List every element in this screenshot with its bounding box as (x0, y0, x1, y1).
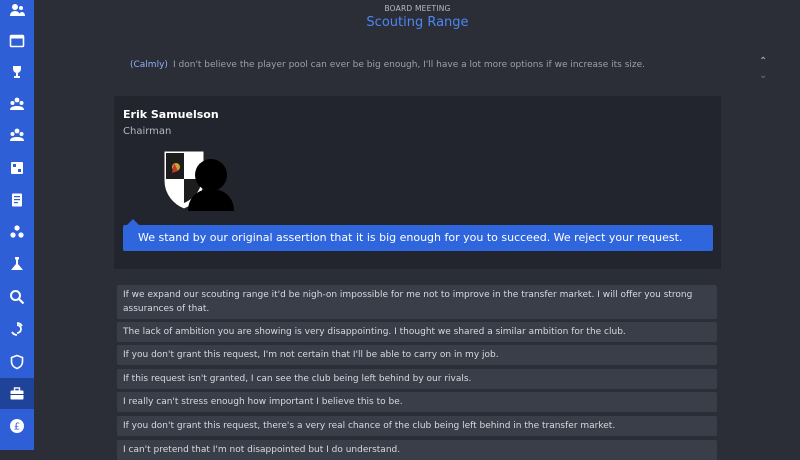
nav-network[interactable] (0, 216, 34, 247)
response-option-text: The lack of ambition you are showing is … (123, 327, 626, 337)
chairman-response-text: We stand by our original assertion that … (138, 231, 683, 244)
response-option-3[interactable]: If you don't grant this request, I'm not… (117, 345, 717, 365)
nav-board[interactable] (0, 378, 34, 409)
nav-transfers[interactable] (0, 313, 34, 344)
response-option-text: If this request isn't granted, I can see… (123, 374, 472, 384)
shield-icon (10, 354, 24, 369)
nav-search[interactable] (0, 281, 34, 312)
chairman-name: Erik Samuelson (123, 108, 219, 121)
pound-icon: £ (10, 418, 24, 433)
page-subtitle: BOARD MEETING (384, 4, 451, 13)
nav-team[interactable] (0, 119, 34, 150)
response-option-4[interactable]: If this request isn't granted, I can see… (117, 369, 717, 389)
response-option-5[interactable]: I really can't stress enough how importa… (117, 392, 717, 412)
response-option-text: If you don't grant this request, there's… (123, 421, 616, 431)
flask-icon (11, 256, 23, 270)
nav-development[interactable] (0, 248, 34, 279)
sidebar: £ (0, 0, 34, 450)
nav-window[interactable] (0, 25, 34, 56)
nav-notes[interactable] (0, 152, 34, 183)
statement-text: I don't believe the player pool can ever… (173, 60, 646, 70)
response-option-2[interactable]: The lack of ambition you are showing is … (117, 322, 717, 342)
chairman-avatar (163, 150, 234, 211)
group-icon (10, 97, 24, 110)
chairman-card: Erik Samuelson Chairman We stand by our … (114, 96, 721, 269)
response-option-text: I can't pretend that I'm not disappointe… (123, 445, 401, 455)
nav-documents[interactable] (0, 184, 34, 215)
network-icon (10, 224, 24, 238)
statement-tone: (Calmly) (130, 60, 168, 70)
briefcase-icon (10, 386, 24, 399)
nav-finances[interactable]: £ (0, 410, 34, 441)
trophy-icon (13, 65, 21, 78)
response-option-7[interactable]: I can't pretend that I'm not disappointe… (117, 440, 717, 460)
response-option-text: I really can't stress enough how importa… (123, 397, 403, 407)
response-option-text: If you don't grant this request, I'm not… (123, 350, 499, 360)
svg-text:£: £ (14, 421, 20, 432)
manager-statement: (Calmly) I don't believe the player pool… (35, 44, 800, 84)
document-icon (12, 193, 22, 206)
search-icon (10, 289, 25, 304)
response-option-text: If we expand our scouting range it'd be … (123, 290, 693, 314)
people-icon (10, 3, 25, 16)
chevron-up-icon[interactable]: ⌃ (759, 56, 767, 67)
response-option-6[interactable]: If you don't grant this request, there's… (117, 416, 717, 436)
response-option-1[interactable]: If we expand our scouting range it'd be … (117, 285, 717, 319)
nav-competitions[interactable] (0, 56, 34, 87)
page-header: BOARD MEETING Scouting Range (35, 0, 800, 36)
chevron-down-icon[interactable]: ⌄ (759, 70, 767, 81)
team-icon (10, 128, 24, 141)
chairman-response: We stand by our original assertion that … (123, 219, 713, 251)
page-title: Scouting Range (366, 15, 469, 30)
nav-people[interactable] (0, 0, 34, 25)
notes-icon (11, 161, 23, 174)
nav-squad[interactable] (0, 88, 34, 119)
window-icon (9, 34, 25, 47)
nav-club[interactable] (0, 346, 34, 377)
transfer-icon (11, 321, 23, 336)
chairman-role: Chairman (123, 126, 172, 137)
